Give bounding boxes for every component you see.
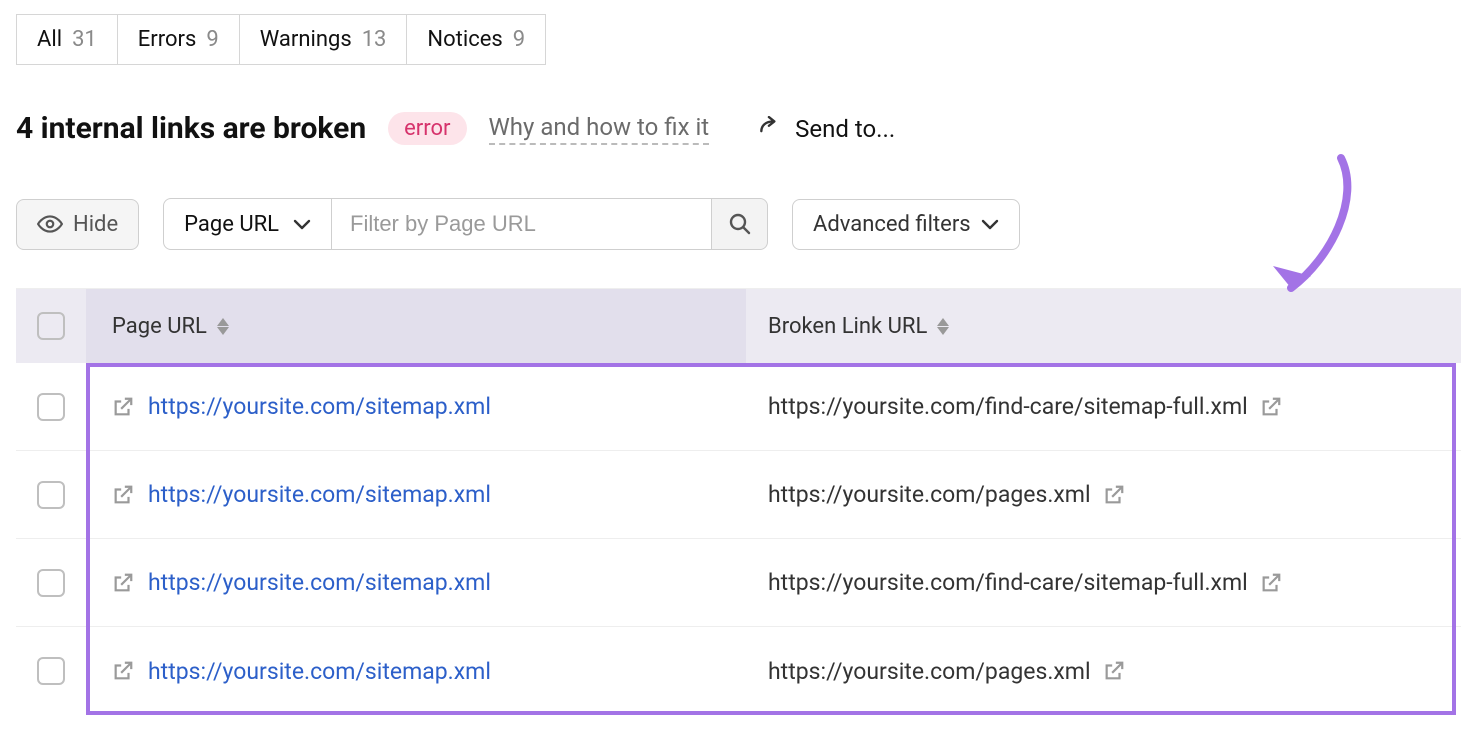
column-label: Broken Link URL [768,314,927,339]
row-checkbox[interactable] [37,657,65,685]
tab-errors[interactable]: Errors 9 [117,14,240,65]
external-link-icon[interactable] [1103,660,1125,682]
filter-column-select[interactable]: Page URL [163,198,332,250]
column-label: Page URL [112,314,207,339]
broken-url-text: https://yoursite.com/find-care/sitemap-f… [768,569,1248,596]
tab-notices[interactable]: Notices 9 [406,14,546,65]
chevron-down-icon [981,218,999,230]
advanced-filters-button[interactable]: Advanced filters [792,199,1020,250]
external-link-icon[interactable] [1260,396,1282,418]
external-link-icon[interactable] [1103,484,1125,506]
broken-url-text: https://yoursite.com/find-care/sitemap-f… [768,393,1248,420]
table-row: https://yoursite.com/sitemap.xml https:/… [16,539,1461,627]
advanced-filters-label: Advanced filters [813,212,971,237]
filter-tabs: All 31 Errors 9 Warnings 13 Notices 9 [16,14,1461,65]
tab-count: 9 [206,27,218,52]
page-title: 4 internal links are broken [16,111,366,146]
page-url-link[interactable]: https://yoursite.com/sitemap.xml [148,393,491,420]
send-to-label: Send to... [795,115,895,143]
send-to-button[interactable]: Send to... [757,115,895,143]
filter-column-group: Page URL [163,198,768,250]
results-table: Page URL Broken Link URL https://yoursit… [16,288,1461,715]
tab-label: Notices [427,27,502,52]
external-link-icon[interactable] [112,572,134,594]
row-checkbox[interactable] [37,569,65,597]
sort-icon [217,318,229,335]
page-url-link[interactable]: https://yoursite.com/sitemap.xml [148,569,491,596]
tab-count: 9 [513,27,525,52]
broken-url-text: https://yoursite.com/pages.xml [768,481,1091,508]
search-button[interactable] [712,198,768,250]
external-link-icon[interactable] [112,660,134,682]
hide-button[interactable]: Hide [16,199,139,250]
title-row: 4 internal links are broken error Why an… [16,111,1461,146]
eye-icon [37,214,63,234]
status-badge: error [388,112,466,145]
filter-input[interactable] [332,198,712,250]
table-row: https://yoursite.com/sitemap.xml https:/… [16,363,1461,451]
chevron-down-icon [293,218,311,230]
column-header-page-url[interactable]: Page URL [86,289,746,363]
external-link-icon[interactable] [1260,572,1282,594]
header-checkbox-cell [16,312,86,340]
hide-label: Hide [73,212,118,237]
broken-url-text: https://yoursite.com/pages.xml [768,658,1091,685]
table-body: https://yoursite.com/sitemap.xml https:/… [16,363,1461,715]
tab-label: Errors [138,27,197,52]
select-all-checkbox[interactable] [37,312,65,340]
tab-warnings[interactable]: Warnings 13 [239,14,408,65]
filter-column-label: Page URL [184,212,279,237]
sort-icon [937,318,949,335]
column-header-broken-url[interactable]: Broken Link URL [746,314,1461,339]
external-link-icon[interactable] [112,484,134,506]
table-row: https://yoursite.com/sitemap.xml https:/… [16,627,1461,715]
table-header: Page URL Broken Link URL [16,289,1461,363]
tab-label: All [37,27,62,52]
row-checkbox[interactable] [37,393,65,421]
fix-link[interactable]: Why and how to fix it [489,113,710,145]
tab-all[interactable]: All 31 [16,14,118,65]
page-url-link[interactable]: https://yoursite.com/sitemap.xml [148,481,491,508]
tab-count: 13 [362,27,387,52]
tab-label: Warnings [260,27,352,52]
external-link-icon[interactable] [112,396,134,418]
filter-row: Hide Page URL Advanced filters [16,198,1461,250]
search-icon [728,212,752,236]
tab-count: 31 [72,27,97,52]
table-row: https://yoursite.com/sitemap.xml https:/… [16,451,1461,539]
page-url-link[interactable]: https://yoursite.com/sitemap.xml [148,658,491,685]
row-checkbox[interactable] [37,481,65,509]
share-arrow-icon [757,116,783,142]
